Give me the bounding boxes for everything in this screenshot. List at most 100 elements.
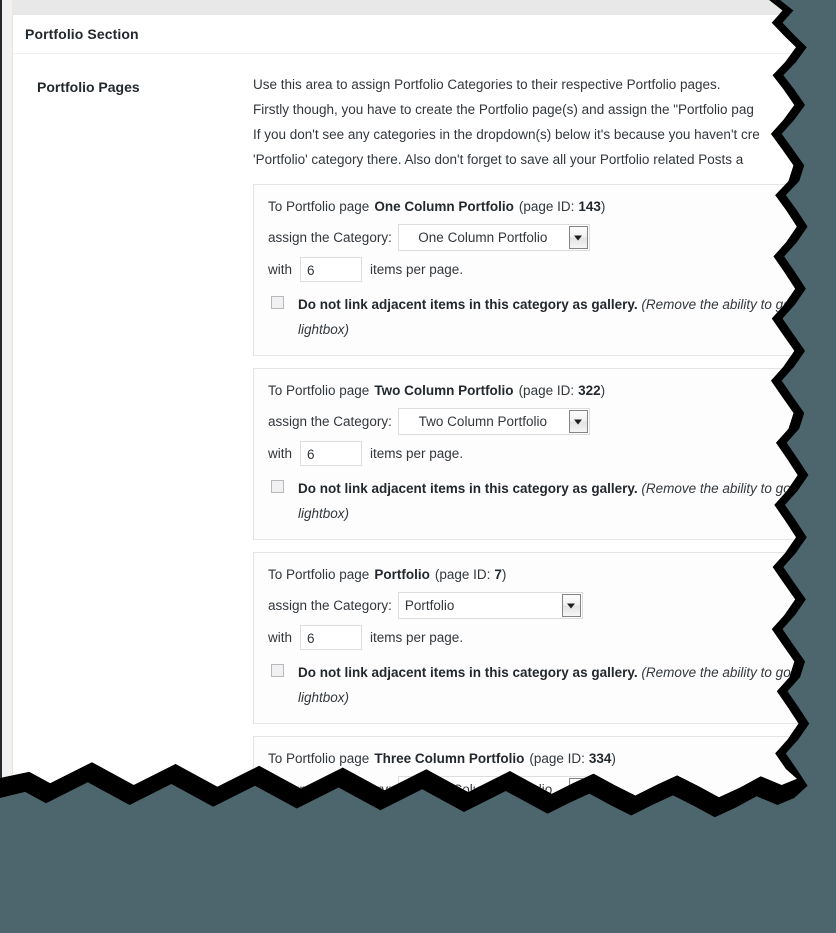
do-not-link-row: Do not link adjacent items in this categ…	[268, 660, 791, 710]
items-per-page-label: items per page.	[370, 629, 464, 645]
do-not-link-text: Do not link adjacent items in this categ…	[298, 660, 791, 710]
to-portfolio-page-label: To Portfolio page	[268, 567, 370, 582]
do-not-link-label: Do not link adjacent items in this categ…	[298, 481, 638, 496]
do-not-link-line2: lightbox)	[298, 869, 783, 894]
do-not-link-hint-1: (Remove the ability to go	[641, 665, 791, 680]
page-title: Portfolio Section	[25, 26, 139, 42]
items-per-page-input[interactable]: 6	[300, 257, 363, 282]
torn-paper-wrapper: Portfolio Section Portfolio Pages Use th…	[0, 0, 810, 818]
field-label-column: Portfolio Pages	[13, 72, 253, 97]
left-gutter	[2, 0, 12, 798]
assign-category-label: assign the Category:	[268, 597, 392, 613]
do-not-link-hint-2: lightbox)	[298, 874, 350, 889]
page-id-value: 143	[578, 199, 601, 214]
do-not-link-line1: Do not link adjacent items in this categ…	[298, 849, 791, 864]
do-not-link-checkbox[interactable]	[271, 848, 284, 861]
assign-category-label: assign the Category:	[268, 229, 392, 245]
assignment-items-row: with 6 items per page.	[268, 257, 783, 282]
do-not-link-label: Do not link adjacent items in this categ…	[298, 665, 638, 680]
do-not-link-hint-2: lightbox)	[298, 690, 350, 705]
do-not-link-row: Do not link adjacent items in this categ…	[268, 292, 791, 342]
with-label: with	[268, 629, 293, 645]
page-name: Two Column Portfolio	[374, 383, 514, 398]
do-not-link-checkbox[interactable]	[271, 480, 284, 493]
category-select-button[interactable]	[568, 410, 588, 433]
items-per-page-input[interactable]: 9	[300, 809, 362, 834]
page-id-suffix: )	[611, 751, 616, 766]
assignment-items-row: with 9 items per page.	[268, 809, 783, 834]
description-line: Firstly though, you have to create the P…	[253, 102, 754, 117]
assignment-title-row: To Portfolio page Three Column Portfolio…	[268, 748, 783, 770]
do-not-link-text: Do not link adjacent items in this categ…	[298, 476, 791, 526]
chevron-down-icon	[574, 235, 583, 240]
items-per-page-input[interactable]: 6	[300, 441, 363, 466]
category-select-value: Portfolio	[404, 598, 455, 613]
to-portfolio-page-label: To Portfolio page	[268, 751, 370, 766]
do-not-link-text: Do not link adjacent items in this categ…	[298, 292, 791, 342]
page-id-prefix: (page ID:	[518, 383, 575, 398]
items-per-page-input[interactable]: 6	[300, 625, 363, 650]
chevron-down-icon	[567, 603, 576, 608]
page-name: Three Column Portfolio	[374, 751, 525, 766]
postbox-header[interactable]: Portfolio Section	[13, 15, 799, 54]
do-not-link-row: Do not link adjacent items in this categ…	[268, 476, 791, 526]
assignment-category-row: assign the Category: Two Column Portfoli…	[268, 408, 783, 435]
do-not-link-line2: lightbox)	[298, 685, 783, 710]
do-not-link-hint-2: lightbox)	[298, 322, 350, 337]
description-line: Use this area to assign Portfolio Catego…	[253, 77, 721, 92]
category-select-button[interactable]	[561, 594, 581, 617]
portfolio-assignment-box: To Portfolio page Portfolio (page ID: 7 …	[253, 552, 798, 724]
assignment-items-row: with 6 items per page.	[268, 441, 783, 466]
assignment-category-row: assign the Category: One Column Portfoli…	[268, 224, 783, 251]
do-not-link-line1: Do not link adjacent items in this categ…	[298, 297, 791, 312]
do-not-link-hint-2: lightbox)	[298, 506, 350, 521]
to-portfolio-page-label: To Portfolio page	[268, 199, 370, 214]
do-not-link-line1: Do not link adjacent items in this categ…	[298, 481, 791, 496]
portfolio-assignment-box: To Portfolio page Two Column Portfolio (…	[253, 368, 798, 540]
with-label: with	[268, 261, 293, 277]
assignment-category-row: assign the Category: Portfolio	[268, 592, 783, 619]
do-not-link-hint-1: (Remove the ability to go	[641, 297, 791, 312]
page-name: One Column Portfolio	[374, 199, 514, 214]
field-label: Portfolio Pages	[37, 79, 140, 95]
page-id-value: 322	[578, 383, 601, 398]
page-id-suffix: )	[501, 567, 507, 582]
do-not-link-checkbox[interactable]	[271, 664, 284, 677]
items-per-page-label: items per page.	[370, 813, 464, 829]
assignment-items-row: with 6 items per page.	[268, 625, 783, 650]
do-not-link-row: Do not link adjacent items in this categ…	[268, 844, 783, 894]
assign-category-label: assign the Category:	[268, 413, 392, 429]
portfolio-assignment-box: To Portfolio page Three Column Portfolio…	[253, 736, 798, 894]
category-select[interactable]: One Column Portfolio	[397, 224, 590, 251]
assignment-title-row: To Portfolio page Portfolio (page ID: 7 …	[268, 564, 783, 586]
description-line: 'Portfolio' category there. Also don't f…	[253, 152, 744, 167]
description-line: If you don't see any categories in the d…	[253, 127, 760, 142]
page-id-prefix: (page ID:	[518, 199, 575, 214]
page-id-suffix: )	[600, 199, 606, 214]
assignment-title-row: To Portfolio page Two Column Portfolio (…	[268, 380, 783, 402]
assignment-title-row: To Portfolio page One Column Portfolio (…	[268, 196, 783, 218]
do-not-link-label: Do not link adjacent items in this categ…	[298, 297, 638, 312]
do-not-link-hint-1: (Remove the ability to go	[641, 849, 791, 864]
to-portfolio-page-label: To Portfolio page	[268, 383, 370, 398]
category-select-value: Two Column Portfolio	[418, 414, 547, 429]
items-per-page-label: items per page.	[370, 445, 464, 461]
category-select[interactable]: Two Column Portfolio	[397, 408, 590, 435]
portfolio-assignment-box: To Portfolio page One Column Portfolio (…	[253, 184, 798, 356]
do-not-link-line1: Do not link adjacent items in this categ…	[298, 665, 791, 680]
description-block: Use this area to assign Portfolio Catego…	[253, 72, 798, 172]
page-id-prefix: (page ID:	[529, 751, 585, 766]
page-id-suffix: )	[600, 383, 606, 398]
do-not-link-line2: lightbox)	[298, 501, 783, 526]
category-select-value: One Column Portfolio	[418, 230, 548, 245]
page-id-prefix: (page ID:	[434, 567, 491, 582]
chevron-down-icon	[574, 419, 583, 424]
category-select-button[interactable]	[568, 226, 588, 249]
page-id-value: 7	[494, 567, 502, 582]
do-not-link-checkbox[interactable]	[271, 296, 284, 309]
category-select[interactable]: Portfolio	[397, 592, 583, 619]
do-not-link-label: Do not link adjacent items in this categ…	[298, 849, 638, 864]
with-label: with	[268, 445, 293, 461]
page-name: Portfolio	[374, 567, 430, 582]
do-not-link-line2: lightbox)	[298, 317, 783, 342]
